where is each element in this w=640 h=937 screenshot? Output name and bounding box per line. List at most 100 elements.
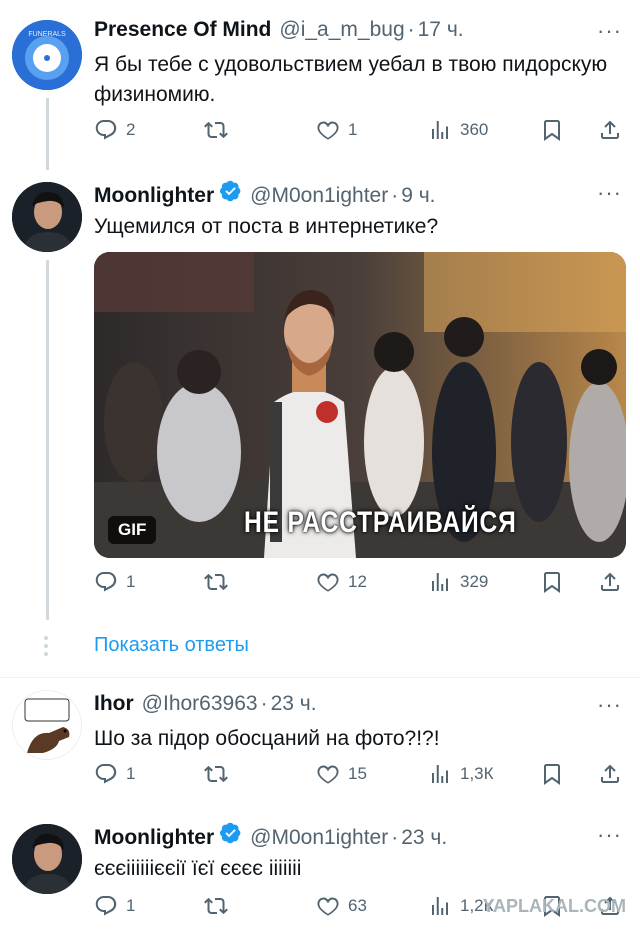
views-button[interactable]: 1,3К	[428, 762, 494, 786]
more-icon[interactable]: ···	[597, 180, 622, 206]
tweet-text: Ущемился от поста в интернетике?	[94, 215, 439, 238]
reply-button[interactable]: 1	[94, 570, 135, 594]
retweet-button[interactable]	[204, 118, 236, 142]
views-count: 329	[460, 572, 489, 591]
views-button[interactable]: 329	[428, 570, 488, 594]
gif-media[interactable]: GIF НЕ РАССТРАИВАЙСЯ	[94, 252, 626, 558]
tweet-header: Moonlighter @M0on1ighter · 9 ч.	[94, 180, 436, 210]
action-bar: 1 15 1,3К	[94, 762, 624, 792]
like-button[interactable]: 1	[316, 118, 357, 142]
more-icon[interactable]: ···	[597, 822, 622, 848]
reply-icon	[94, 894, 118, 918]
reply-count: 1	[126, 764, 136, 783]
retweet-button[interactable]	[204, 762, 236, 786]
tweet-text: Я бы тебе с удовольствием уебал в твою п…	[94, 53, 608, 106]
author-name[interactable]: Presence Of Mind	[94, 18, 271, 42]
retweet-icon	[204, 570, 228, 594]
retweet-button[interactable]	[204, 570, 236, 594]
album-title: FUNERALS	[28, 31, 66, 38]
views-count: 1,3К	[460, 764, 494, 783]
author-handle[interactable]: @M0on1ighter	[250, 184, 388, 208]
author-handle[interactable]: @Ihor63963	[142, 692, 258, 716]
tweet-header: Moonlighter @M0on1ighter · 23 ч.	[94, 822, 447, 852]
show-replies-link[interactable]: Показать ответы	[94, 634, 249, 657]
action-bar: 2 1 360	[94, 118, 624, 148]
author-name[interactable]: Ihor	[94, 692, 134, 716]
share-icon	[598, 570, 622, 594]
action-bar: 1 12 329	[94, 570, 624, 600]
gif-caption: НЕ РАССТРАИВАЙСЯ	[244, 506, 517, 539]
timestamp[interactable]: 9 ч.	[401, 184, 435, 208]
share-button[interactable]	[598, 762, 622, 786]
like-count: 12	[348, 572, 367, 591]
author-name[interactable]: Moonlighter	[94, 826, 214, 850]
views-icon	[428, 762, 452, 786]
album-cover-icon: FUNERALS	[12, 20, 82, 90]
separator: ·	[391, 184, 399, 207]
avatar[interactable]: FUNERALS	[12, 20, 82, 90]
like-icon	[316, 570, 340, 594]
separator: ·	[391, 826, 399, 849]
retweet-button[interactable]	[204, 894, 236, 918]
more-icon[interactable]: ···	[597, 692, 622, 718]
thread-dots	[44, 636, 48, 656]
thread-line	[46, 260, 49, 620]
retweet-icon	[204, 894, 228, 918]
author-handle[interactable]: @M0on1ighter	[250, 826, 388, 850]
timestamp[interactable]: 17 ч.	[418, 18, 464, 42]
timestamp[interactable]: 23 ч.	[271, 692, 317, 716]
views-icon	[428, 118, 452, 142]
tweet-header: Presence Of Mind @i_a_m_bug · 17 ч.	[94, 18, 464, 48]
views-button[interactable]: 360	[428, 118, 488, 142]
like-count: 15	[348, 764, 367, 783]
bookmark-button[interactable]	[540, 118, 564, 142]
bookmark-icon	[540, 118, 564, 142]
share-icon	[598, 762, 622, 786]
author-name[interactable]: Moonlighter	[94, 184, 214, 208]
reply-button[interactable]: 2	[94, 118, 135, 142]
more-icon[interactable]: ···	[597, 18, 622, 44]
avatar[interactable]	[12, 182, 82, 252]
reply-count: 1	[126, 896, 136, 915]
like-button[interactable]: 63	[316, 894, 367, 918]
tweet-text: Шо за підор обосцаний на фото?!?!	[94, 727, 440, 750]
like-count: 1	[348, 120, 358, 139]
author-handle[interactable]: @i_a_m_bug	[279, 18, 404, 42]
like-icon	[316, 894, 340, 918]
separator: ·	[260, 692, 268, 715]
reply-button[interactable]: 1	[94, 894, 135, 918]
thread-line	[46, 98, 49, 170]
like-button[interactable]: 15	[316, 762, 367, 786]
bookmark-button[interactable]	[540, 570, 564, 594]
like-count: 63	[348, 896, 367, 915]
reply-count: 1	[126, 572, 136, 591]
tweet-text: єєєіііііієєії їєї єєєє ііііііі	[94, 857, 302, 880]
bookmark-button[interactable]	[540, 762, 564, 786]
like-icon	[316, 762, 340, 786]
reply-icon	[94, 762, 118, 786]
tweet-1[interactable]: FUNERALS Presence Of Mind @i_a_m_bug · 1…	[0, 0, 640, 170]
meme-avatar-icon	[13, 691, 81, 759]
reply-button[interactable]: 1	[94, 762, 135, 786]
reply-count: 2	[126, 120, 136, 139]
reply-icon	[94, 118, 118, 142]
bookmark-icon	[540, 570, 564, 594]
bookmark-icon	[540, 762, 564, 786]
gif-badge: GIF	[108, 516, 157, 544]
retweet-icon	[204, 762, 228, 786]
avatar[interactable]	[12, 690, 82, 760]
tweet-3[interactable]: Ihor @Ihor63963 · 23 ч. ··· Шо за підор …	[0, 678, 640, 808]
verified-badge-icon	[220, 822, 242, 844]
like-icon	[316, 118, 340, 142]
like-button[interactable]: 12	[316, 570, 367, 594]
person-avatar-icon	[12, 824, 82, 894]
views-icon	[428, 570, 452, 594]
timestamp[interactable]: 23 ч.	[401, 826, 447, 850]
share-button[interactable]	[598, 118, 622, 142]
share-button[interactable]	[598, 570, 622, 594]
tweet-4[interactable]: Moonlighter @M0on1ighter · 23 ч. ··· єєє…	[0, 808, 640, 937]
avatar[interactable]	[12, 824, 82, 894]
share-icon	[598, 118, 622, 142]
verified-badge-icon	[220, 180, 242, 202]
person-avatar-icon	[12, 182, 82, 252]
